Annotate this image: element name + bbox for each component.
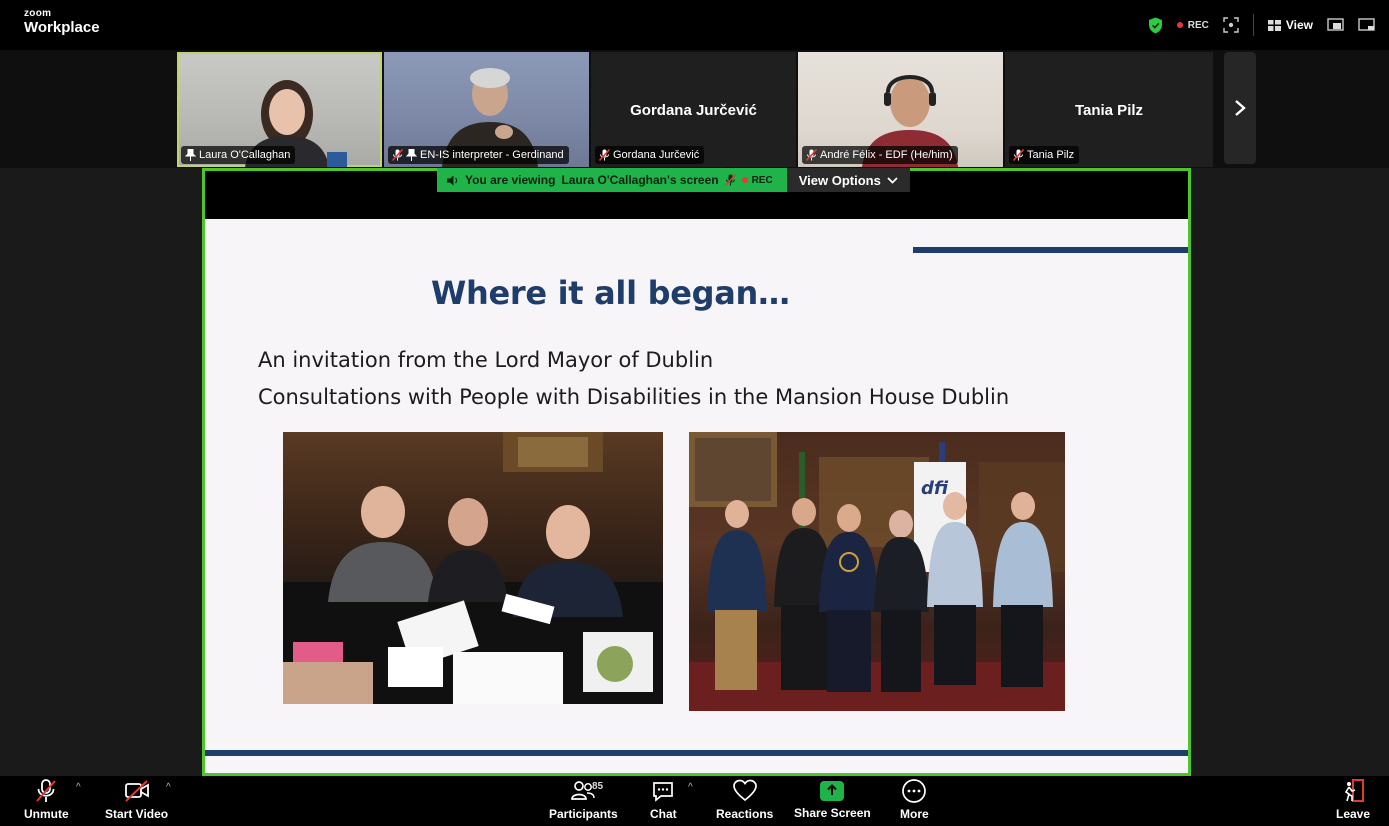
view-options-label: View Options	[798, 172, 881, 188]
reactions-label: Reactions	[716, 807, 774, 821]
participants-label: Participants	[549, 807, 618, 821]
unmute-label: Unmute	[24, 807, 69, 821]
view-button[interactable]: View	[1267, 18, 1313, 32]
recording-dot-icon	[1176, 22, 1183, 28]
view-options-button[interactable]: View Options	[786, 168, 910, 192]
participant-tile[interactable]: André Félix - EDF (He/him)	[798, 52, 1003, 167]
chat-icon	[653, 782, 674, 802]
slide-text-line: Consultations with People with Disabilit…	[258, 385, 1010, 409]
participant-name-label: EN-IS interpreter - Gerdinand	[388, 146, 569, 164]
fullscreen-icon[interactable]	[1223, 17, 1239, 33]
screen-share-banner: You are viewing Laura O'Callaghan's scre…	[437, 168, 910, 192]
muted-mic-icon	[806, 149, 817, 161]
toolbar-separator	[1252, 14, 1254, 36]
speaker-icon	[447, 175, 458, 185]
banner-rec-label: REC	[751, 174, 773, 186]
muted-mic-icon	[599, 149, 610, 161]
participant-name: Tania Pilz	[1027, 149, 1075, 161]
participant-name-label: Gordana Jurčević	[595, 146, 705, 164]
participant-tile[interactable]: Laura O'Callaghan	[177, 52, 382, 167]
arrow-up-icon	[827, 783, 838, 795]
pin-icon	[185, 149, 196, 161]
participant-name: Laura O'Callaghan	[199, 149, 291, 161]
recording-dot-icon	[741, 177, 748, 183]
picture-in-picture-icon[interactable]	[1327, 18, 1344, 32]
slide-accent-line-top	[913, 247, 1188, 253]
leave-door-icon	[1344, 779, 1365, 802]
zoom-logo: zoom Workplace	[24, 8, 100, 36]
mansion-house-photo-illustration: dfi	[689, 432, 1065, 711]
participant-name-label: Laura O'Callaghan	[181, 146, 296, 164]
presentation-slide: Where it all began… An invitation from t…	[205, 219, 1188, 773]
chat-label: Chat	[650, 807, 677, 821]
more-button[interactable]: More	[900, 778, 929, 821]
chevron-down-icon	[887, 176, 898, 184]
brand-small: zoom	[24, 8, 52, 19]
participant-strip: Laura O'Callaghan EN-IS interpreter - Ge…	[0, 50, 1389, 168]
share-screen-label: Share Screen	[794, 806, 871, 820]
participant-display-name: Tania Pilz	[1074, 102, 1144, 119]
pin-icon	[406, 149, 417, 161]
top-bar: zoom Workplace REC View	[0, 0, 1389, 50]
muted-mic-icon	[1013, 149, 1024, 161]
participant-name-label: Tania Pilz	[1009, 146, 1080, 164]
video-options-caret-icon[interactable]: ^	[166, 782, 171, 793]
next-page-button[interactable]	[1224, 52, 1256, 164]
unmute-button[interactable]: Unmute	[24, 778, 69, 821]
participant-name: EN-IS interpreter - Gerdinand	[420, 149, 564, 161]
chat-options-caret-icon[interactable]: ^	[688, 782, 693, 793]
participant-display-name: Gordana Jurčević	[630, 102, 757, 119]
slide-title: Where it all began…	[431, 274, 790, 312]
dfi-banner-logo: dfi	[921, 478, 949, 499]
shield-icon[interactable]	[1148, 17, 1163, 34]
viewing-prefix: You are viewing	[465, 173, 556, 187]
heart-icon	[732, 779, 757, 802]
leave-label: Leave	[1336, 807, 1371, 821]
muted-microphone-icon	[36, 779, 57, 802]
muted-mic-icon	[392, 149, 403, 161]
video-off-icon	[124, 780, 149, 802]
share-screen-icon	[820, 781, 845, 801]
participant-name-label: André Félix - EDF (He/him)	[802, 146, 958, 164]
chevron-right-icon	[1235, 100, 1246, 116]
share-screen-button[interactable]: Share Screen	[794, 778, 871, 820]
participant-tile[interactable]: Gordana Jurčević Gordana Jurčević	[591, 52, 796, 167]
brand-big: Workplace	[24, 19, 100, 36]
more-icon	[902, 779, 927, 803]
reactions-button[interactable]: Reactions	[716, 778, 773, 821]
participant-name: André Félix - EDF (He/him)	[820, 149, 953, 161]
more-label: More	[900, 807, 929, 821]
audio-options-caret-icon[interactable]: ^	[76, 782, 81, 793]
grid-view-icon	[1267, 19, 1281, 31]
chat-button[interactable]: Chat	[650, 778, 677, 821]
recording-indicator[interactable]: REC	[1176, 19, 1209, 31]
leave-button[interactable]: Leave	[1336, 778, 1370, 821]
recording-label: REC	[1187, 19, 1209, 31]
consultation-photo-illustration	[283, 432, 663, 704]
top-right-controls: REC View	[1148, 14, 1375, 36]
viewing-status: You are viewing Laura O'Callaghan's scre…	[437, 168, 787, 192]
slide-text-line: An invitation from the Lord Mayor of Dub…	[258, 348, 714, 372]
participant-tile[interactable]: EN-IS interpreter - Gerdinand	[384, 52, 589, 167]
banner-recording: REC	[741, 174, 773, 186]
start-video-label: Start Video	[105, 807, 169, 821]
meeting-toolbar: Unmute ^ Start Video ^ Participants 85 C…	[0, 776, 1389, 826]
consultation-photo	[283, 432, 663, 704]
participant-name: Gordana Jurčević	[613, 149, 700, 161]
shared-screen[interactable]: Where it all began… An invitation from t…	[202, 168, 1191, 776]
participants-button[interactable]: Participants	[549, 778, 618, 821]
participants-count-badge: 85	[592, 781, 604, 792]
view-label: View	[1285, 18, 1313, 32]
muted-mic-icon	[724, 174, 736, 186]
participant-tile[interactable]: Tania Pilz Tania Pilz	[1005, 52, 1213, 167]
mansion-house-photo: dfi	[689, 432, 1065, 711]
slide-accent-line-bottom	[205, 750, 1188, 756]
start-video-button[interactable]: Start Video	[105, 778, 168, 821]
minimize-window-icon[interactable]	[1358, 18, 1375, 32]
sharer-name: Laura O'Callaghan's screen	[561, 173, 719, 187]
